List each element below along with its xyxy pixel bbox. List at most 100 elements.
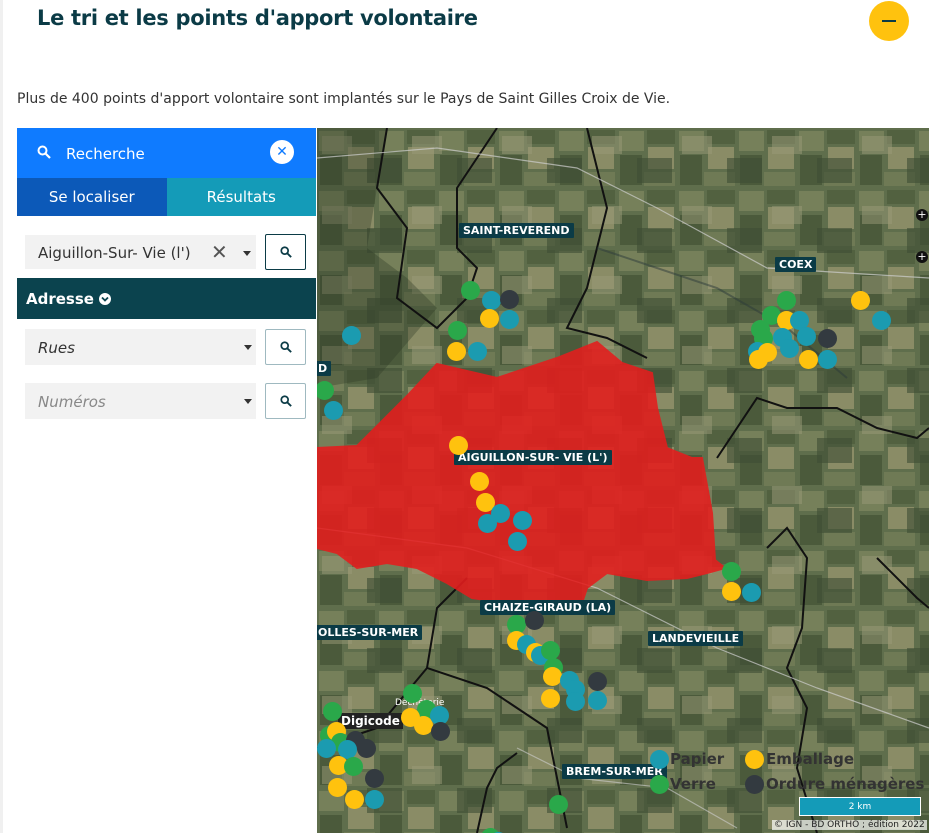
expand-icon[interactable]: + (916, 209, 928, 221)
collection-point-marker[interactable] (818, 329, 837, 348)
page-left-border (0, 0, 3, 833)
address-section-header[interactable]: Adresse (17, 278, 316, 319)
collection-point-marker[interactable] (328, 778, 347, 797)
collection-point-marker[interactable] (478, 514, 497, 533)
collection-point-marker[interactable] (588, 672, 607, 691)
collection-point-marker[interactable] (549, 795, 568, 814)
collection-point-marker[interactable] (541, 689, 560, 708)
tab-resultats[interactable]: Résultats (166, 178, 316, 216)
search-icon (37, 145, 51, 159)
commune-value: Aiguillon-Sur- Vie (l') (38, 244, 191, 262)
map-view[interactable]: SAINT-REVEREND COEX AIGUILLON-SUR- VIE (… (317, 128, 929, 833)
collection-point-marker[interactable] (543, 667, 562, 686)
chevron-down-icon[interactable] (243, 251, 251, 256)
place-label[interactable]: D (317, 361, 332, 376)
streets-select[interactable]: Rues (25, 329, 256, 365)
collection-point-marker[interactable] (342, 326, 361, 345)
section-title: Le tri et les points d'apport volontaire (37, 6, 478, 30)
collection-point-marker[interactable] (449, 436, 468, 455)
collection-point-marker[interactable] (448, 321, 467, 340)
map-imagery (317, 128, 929, 833)
collection-point-marker[interactable] (541, 641, 560, 660)
collection-point-marker[interactable] (780, 339, 799, 358)
streets-search-button[interactable] (265, 329, 306, 365)
collection-point-marker[interactable] (500, 310, 519, 329)
legend-paper-dot (650, 750, 669, 769)
collection-point-marker[interactable] (447, 342, 466, 361)
tab-se-localiser[interactable]: Se localiser (17, 178, 167, 216)
collection-point-marker[interactable] (461, 281, 480, 300)
collection-point-marker[interactable] (722, 582, 741, 601)
attribution: © IGN - BD ORTHO ; édition 2022 (772, 820, 927, 830)
collection-point-marker[interactable] (851, 291, 870, 310)
collection-point-marker[interactable] (818, 350, 837, 369)
commune-search-button[interactable] (265, 234, 306, 270)
panel-tabs: Se localiser Résultats (17, 178, 316, 216)
search-panel: Recherche ✕ Se localiser Résultats Aigui… (17, 128, 316, 833)
collection-point-marker[interactable] (468, 342, 487, 361)
place-label[interactable]: SAINT-REVEREND (459, 223, 574, 238)
numbers-select[interactable]: Numéros (25, 383, 256, 419)
collection-point-marker[interactable] (482, 291, 501, 310)
collapse-button[interactable] (869, 1, 909, 41)
close-search-button[interactable]: ✕ (270, 140, 294, 164)
place-label[interactable]: COEX (775, 257, 817, 272)
collection-point-marker[interactable] (344, 757, 363, 776)
place-label[interactable]: AIGUILLON-SUR- VIE (L') (454, 450, 612, 465)
collection-point-marker[interactable] (323, 702, 342, 721)
collection-point-marker[interactable] (500, 290, 519, 309)
collection-point-marker[interactable] (777, 291, 796, 310)
collection-point-marker[interactable] (525, 611, 544, 630)
legend-household-label: Ordure ménagères (766, 775, 925, 793)
chevron-down-icon (244, 345, 252, 350)
collection-point-marker[interactable] (797, 327, 816, 346)
collection-point-marker[interactable] (742, 583, 761, 602)
collection-point-marker[interactable] (799, 350, 818, 369)
numbers-search-button[interactable] (265, 383, 306, 419)
collection-point-marker[interactable] (357, 739, 376, 758)
search-icon (279, 341, 292, 353)
place-label[interactable]: OLLES-SUR-MER (317, 625, 423, 640)
legend-glass-label: Verre (670, 775, 716, 793)
chevron-down-icon (244, 399, 252, 404)
minus-icon (882, 20, 896, 22)
place-label[interactable]: CHAIZE-GIRAUD (LA) (480, 600, 616, 615)
collection-point-marker[interactable] (513, 511, 532, 530)
expand-icon[interactable]: + (916, 251, 928, 263)
collection-point-marker[interactable] (480, 309, 499, 328)
collection-point-marker[interactable] (431, 722, 450, 741)
legend-glass-dot (650, 775, 669, 794)
collection-point-marker[interactable] (470, 472, 489, 491)
collection-point-marker[interactable] (749, 350, 768, 369)
numbers-placeholder: Numéros (38, 393, 106, 411)
chevron-circle-down-icon (99, 293, 112, 305)
commune-row: Aiguillon-Sur- Vie (l') ✕ (25, 232, 308, 272)
legend-packaging-label: Emballage (766, 750, 855, 768)
close-icon: ✕ (276, 144, 288, 160)
address-heading: Adresse (26, 290, 94, 308)
intro-text: Plus de 400 points d'apport volontaire s… (17, 91, 671, 107)
clear-commune-icon[interactable]: ✕ (211, 240, 228, 264)
collection-point-marker[interactable] (324, 401, 343, 420)
collection-point-marker[interactable] (345, 790, 364, 809)
collection-point-marker[interactable] (365, 769, 384, 788)
scale-bar: 2 km (799, 797, 921, 816)
commune-select[interactable]: Aiguillon-Sur- Vie (l') ✕ (25, 235, 256, 269)
place-label[interactable]: LANDEVIEILLE (648, 631, 744, 646)
search-header: Recherche ✕ (17, 128, 316, 178)
collection-point-marker[interactable] (566, 692, 585, 711)
legend-packaging-dot (745, 750, 764, 769)
collection-point-marker[interactable] (588, 691, 607, 710)
search-header-label: Recherche (66, 145, 145, 163)
collection-point-marker[interactable] (508, 532, 527, 551)
legend-paper-label: Papier (670, 750, 725, 768)
collection-point-marker[interactable] (872, 311, 891, 330)
collection-point-marker[interactable] (365, 790, 384, 809)
place-label[interactable]: BREM-SUR-MER (562, 764, 667, 779)
search-icon (279, 246, 292, 258)
collection-point-marker[interactable] (722, 562, 741, 581)
streets-placeholder: Rues (38, 339, 75, 357)
collection-point-marker[interactable] (317, 739, 336, 758)
collection-point-marker[interactable] (403, 684, 422, 703)
digicode-label[interactable]: Digicode (338, 713, 403, 729)
